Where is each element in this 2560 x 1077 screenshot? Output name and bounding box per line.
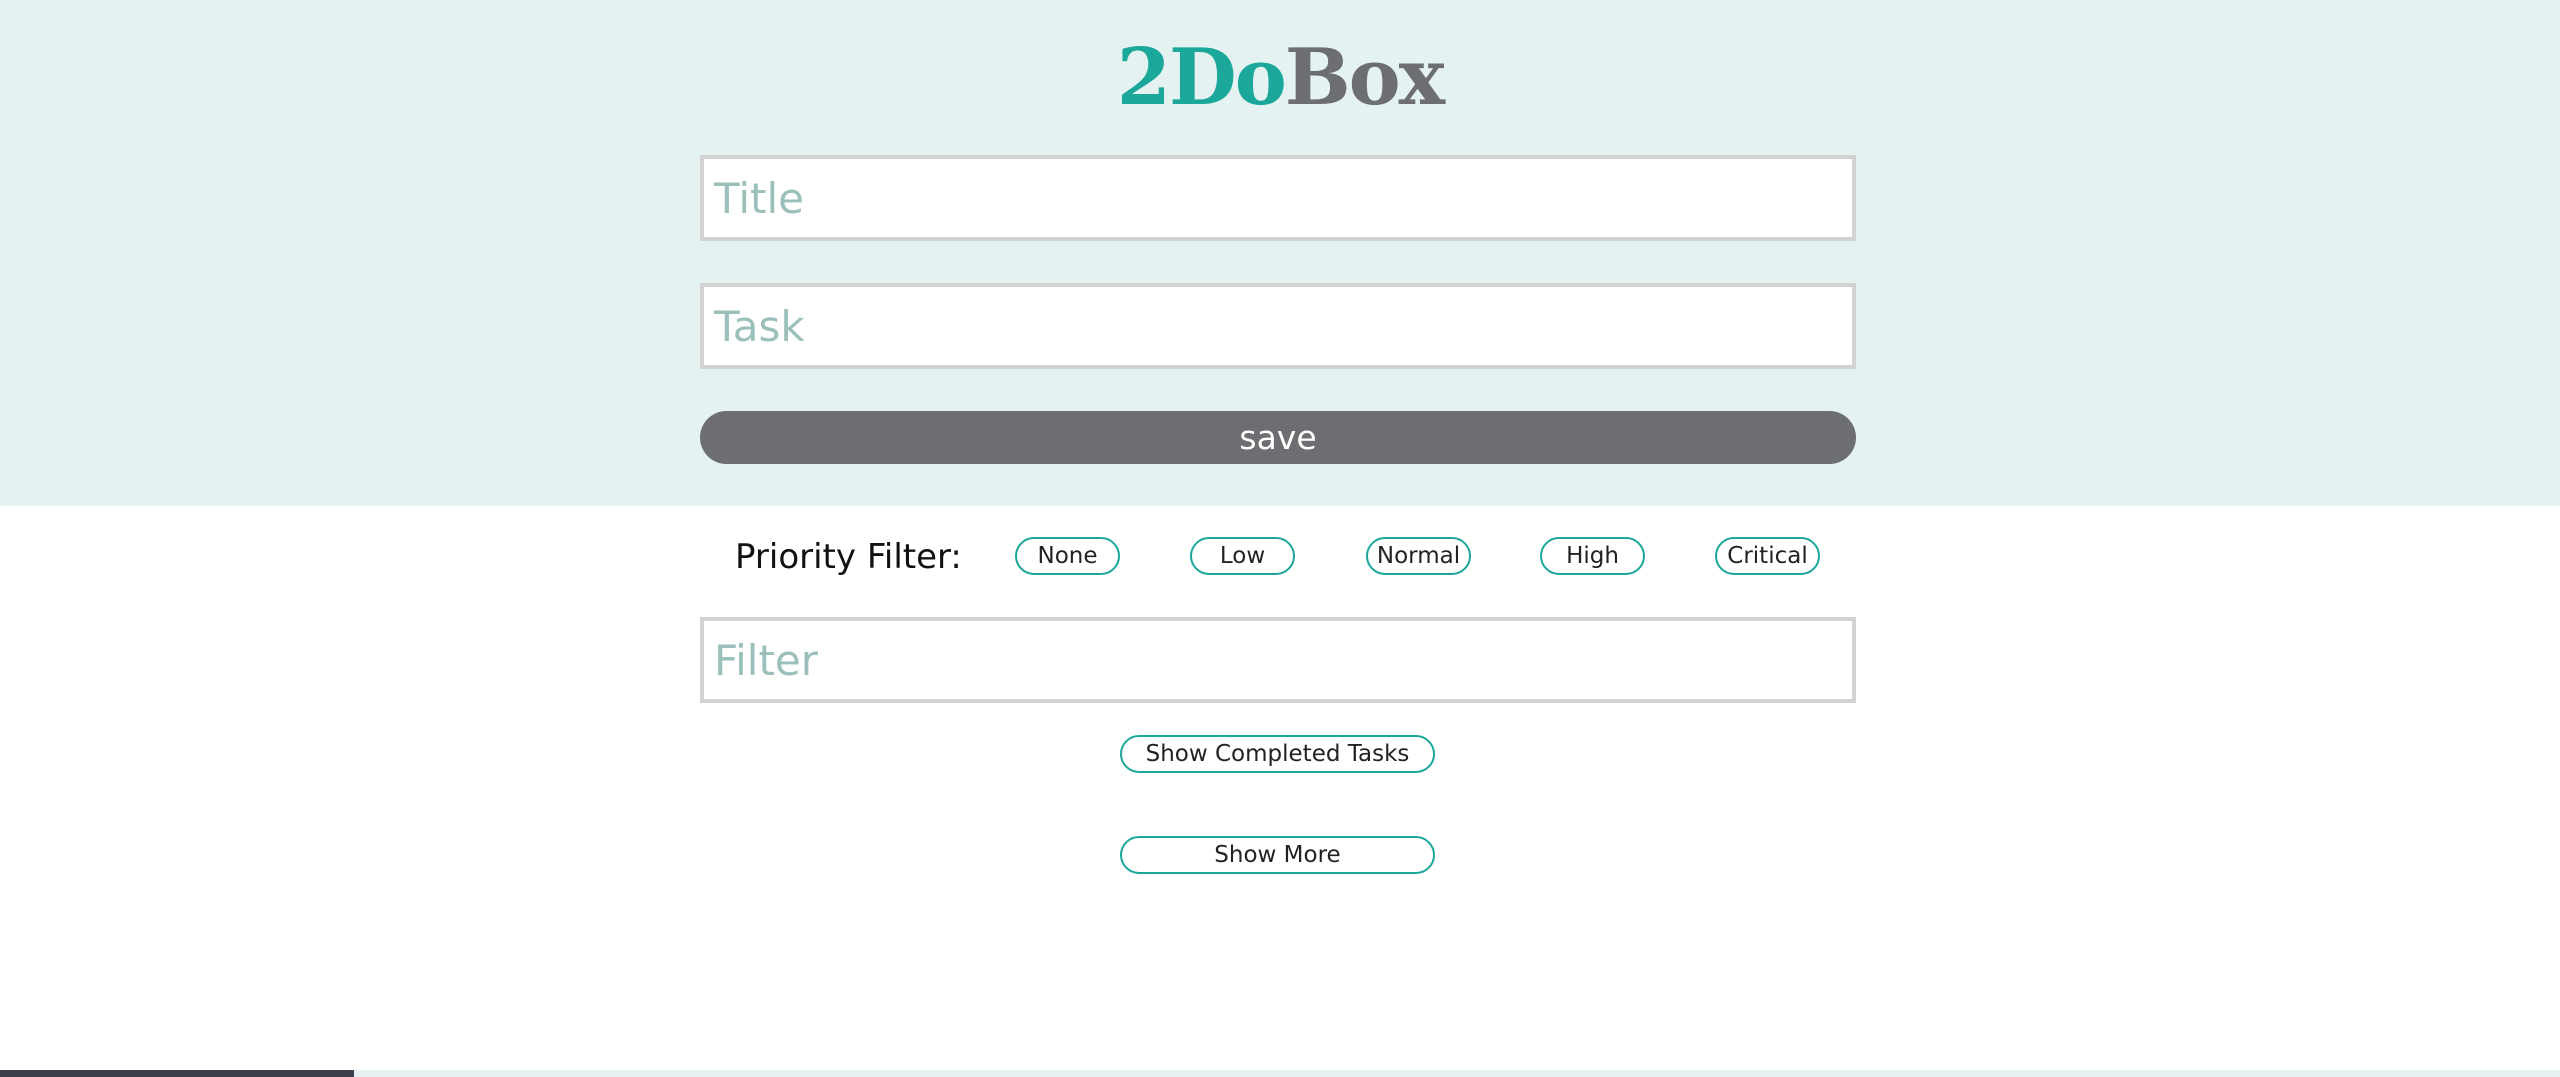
filter-input[interactable] — [700, 617, 1856, 703]
logo-part-a: 2Do — [1116, 32, 1287, 123]
app-logo: 2DoBox — [0, 30, 2560, 126]
priority-critical-button[interactable]: Critical — [1715, 537, 1820, 575]
priority-low-button[interactable]: Low — [1190, 537, 1295, 575]
save-button[interactable]: save — [700, 411, 1856, 464]
priority-filter-label: Priority Filter: — [735, 537, 962, 577]
task-input[interactable] — [700, 283, 1856, 369]
header-section: 2DoBox save — [0, 0, 2560, 506]
horizontal-scrollbar-track[interactable] — [0, 1070, 2560, 1077]
priority-none-button[interactable]: None — [1015, 537, 1120, 575]
horizontal-scrollbar-thumb[interactable] — [0, 1070, 354, 1077]
priority-high-button[interactable]: High — [1540, 537, 1645, 575]
show-more-button[interactable]: Show More — [1120, 836, 1435, 874]
logo-part-b: Box — [1284, 32, 1445, 123]
priority-normal-button[interactable]: Normal — [1366, 537, 1471, 575]
title-input[interactable] — [700, 155, 1856, 241]
show-completed-tasks-button[interactable]: Show Completed Tasks — [1120, 735, 1435, 773]
